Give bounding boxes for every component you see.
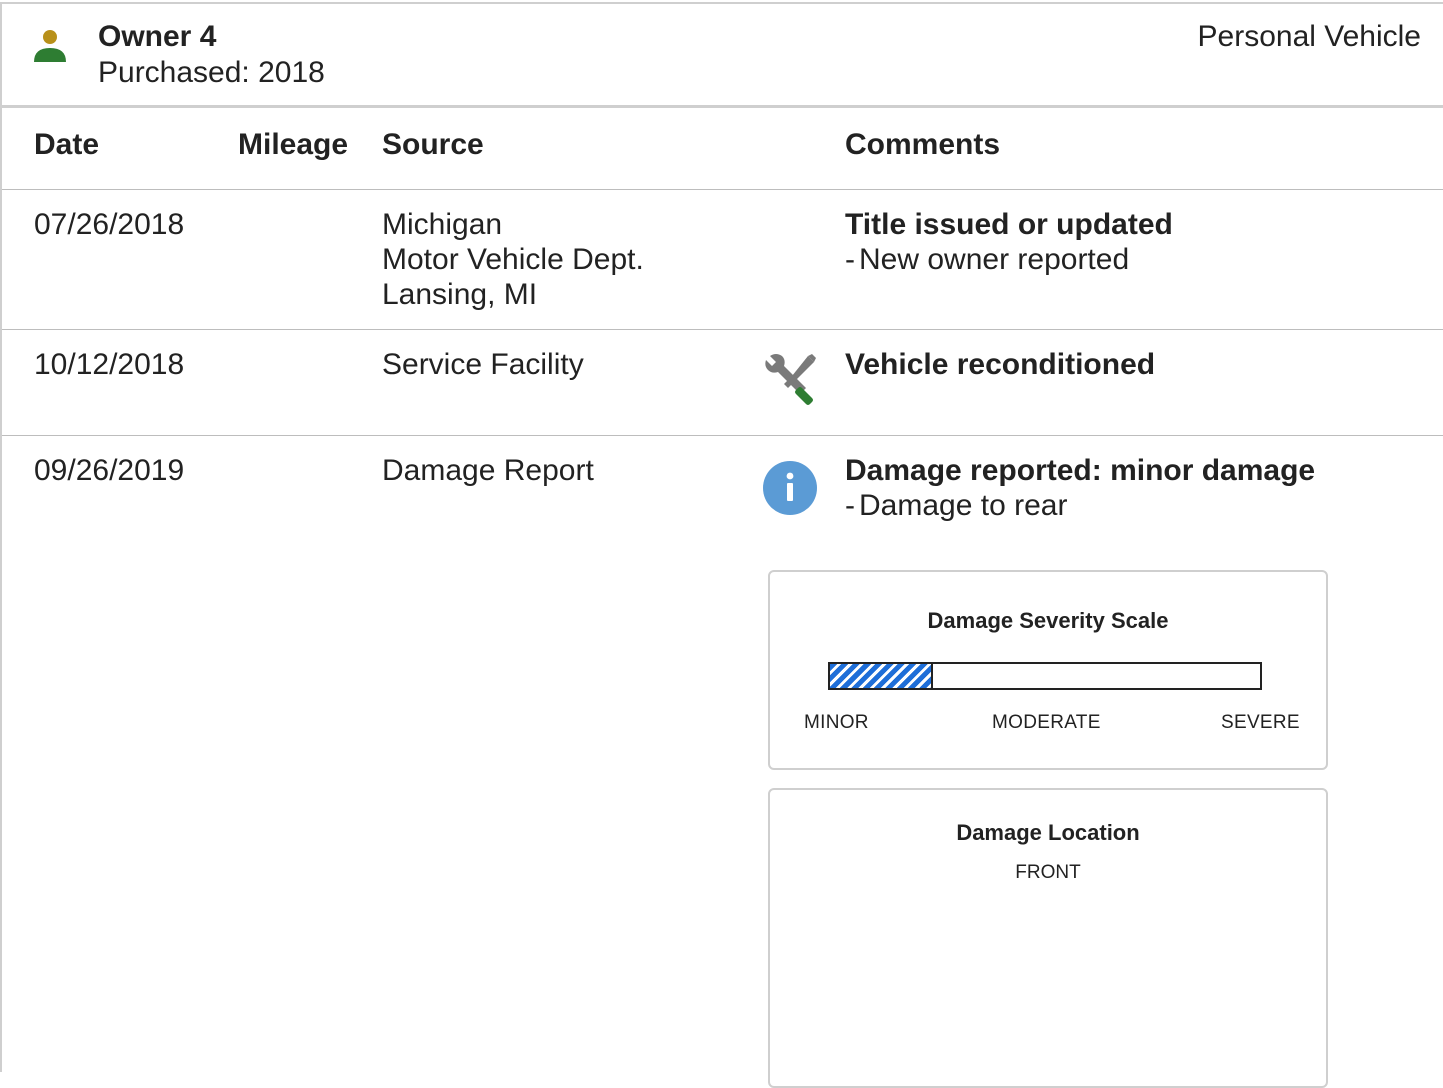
row-date: 07/26/2018: [34, 208, 185, 241]
table-header: Date Mileage Source Comments: [2, 108, 1443, 190]
row-source: Service Facility: [382, 347, 584, 382]
comment-item: - New owner reported: [845, 242, 1173, 277]
row-source: Michigan Motor Vehicle Dept. Lansing, MI: [382, 207, 644, 312]
damage-severity-panel: Damage Severity Scale MINOR MODERATE SEV…: [768, 570, 1328, 770]
source-line: Damage Report: [382, 454, 594, 487]
comment-item: - Damage to rear: [845, 488, 1315, 523]
owner-history-card: Owner 4 Purchased: 2018 Personal Vehicle…: [0, 2, 1443, 1088]
location-panel-title: Damage Location: [956, 820, 1140, 845]
severity-scale-fill: [830, 664, 934, 688]
row-comments: Title issued or updated - New owner repo…: [845, 207, 1173, 277]
comment-item-text: Damage to rear: [859, 489, 1068, 522]
header-source: Source: [382, 128, 484, 161]
severity-scale-bar: [828, 662, 1262, 690]
severity-panel-title: Damage Severity Scale: [927, 608, 1169, 633]
source-line: Michigan: [382, 208, 503, 241]
dash-icon: -: [845, 489, 855, 522]
row-source: Damage Report: [382, 453, 594, 488]
header-comments: Comments: [845, 128, 1001, 161]
comment-item-text: New owner reported: [859, 243, 1130, 276]
wrench-screwdriver-icon: [765, 354, 816, 405]
severity-label-minor: MINOR: [804, 712, 869, 733]
vehicle-type: Personal Vehicle: [1197, 20, 1421, 53]
severity-label-severe: SEVERE: [1221, 712, 1300, 733]
source-line: Lansing, MI: [382, 278, 538, 311]
source-line: Service Facility: [382, 348, 584, 381]
person-icon: [34, 30, 66, 62]
owner-title: Owner 4: [98, 20, 217, 53]
comment-title: Title issued or updated: [845, 208, 1173, 241]
comment-title: Damage reported: minor damage: [845, 454, 1316, 487]
source-line: Motor Vehicle Dept.: [382, 243, 644, 276]
location-front-label: FRONT: [1015, 862, 1081, 883]
owner-header: Owner 4 Purchased: 2018 Personal Vehicle: [2, 4, 1443, 108]
row-date: 09/26/2019: [34, 454, 185, 487]
header-date: Date: [34, 128, 100, 161]
table-row: 07/26/2018 Michigan Motor Vehicle Dept. …: [2, 190, 1443, 330]
row-comments: Damage reported: minor damage - Damage t…: [845, 453, 1315, 523]
owner-purchased-year: Purchased: 2018: [98, 56, 325, 89]
severity-label-moderate: MODERATE: [992, 712, 1101, 733]
header-mileage: Mileage: [238, 128, 349, 161]
info-icon: [763, 461, 817, 515]
row-date: 10/12/2018: [34, 348, 185, 381]
damage-location-panel: Damage Location FRONT: [768, 788, 1328, 1088]
comment-title: Vehicle reconditioned: [845, 348, 1156, 381]
dash-icon: -: [845, 243, 855, 276]
table-row: 10/12/2018 Service Facility Vehicle reco…: [2, 330, 1443, 436]
